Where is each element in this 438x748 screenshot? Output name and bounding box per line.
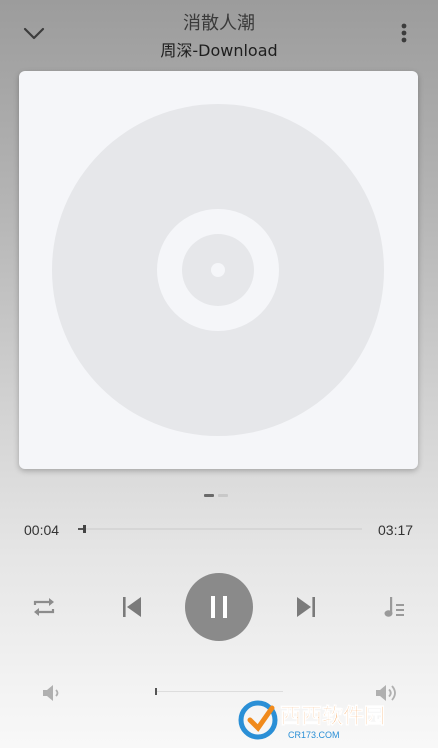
page-indicator-active [204, 494, 214, 497]
play-pause-button[interactable] [185, 573, 253, 641]
next-button[interactable] [290, 591, 322, 623]
more-vertical-icon [401, 23, 407, 43]
previous-button[interactable] [116, 591, 148, 623]
page-indicator-inactive [218, 494, 228, 497]
playlist-icon [384, 597, 404, 617]
total-time: 03:17 [378, 522, 414, 538]
site-watermark: 西西软件园 CR173.COM [236, 698, 434, 742]
repeat-button[interactable] [28, 591, 60, 623]
skip-next-icon [297, 597, 315, 617]
current-time: 00:04 [24, 522, 60, 538]
progress-slider[interactable] [78, 525, 362, 533]
repeat-icon [33, 598, 55, 616]
volume-thumb[interactable] [155, 688, 157, 695]
song-title: 消散人潮 [183, 13, 255, 34]
pause-icon [211, 596, 227, 618]
volume-low-icon [38, 680, 64, 706]
vinyl-disc-icon [52, 104, 384, 436]
more-options-button[interactable] [392, 18, 416, 48]
playlist-button[interactable] [378, 591, 410, 623]
album-cover[interactable] [19, 71, 418, 469]
volume-slider[interactable] [155, 688, 283, 695]
watermark-text: 西西软件园 [280, 704, 385, 728]
skip-previous-icon [123, 597, 141, 617]
watermark-subtext: CR173.COM [288, 730, 340, 740]
artist-line: 周深-Download [160, 41, 278, 60]
progress-thumb[interactable] [82, 525, 86, 533]
